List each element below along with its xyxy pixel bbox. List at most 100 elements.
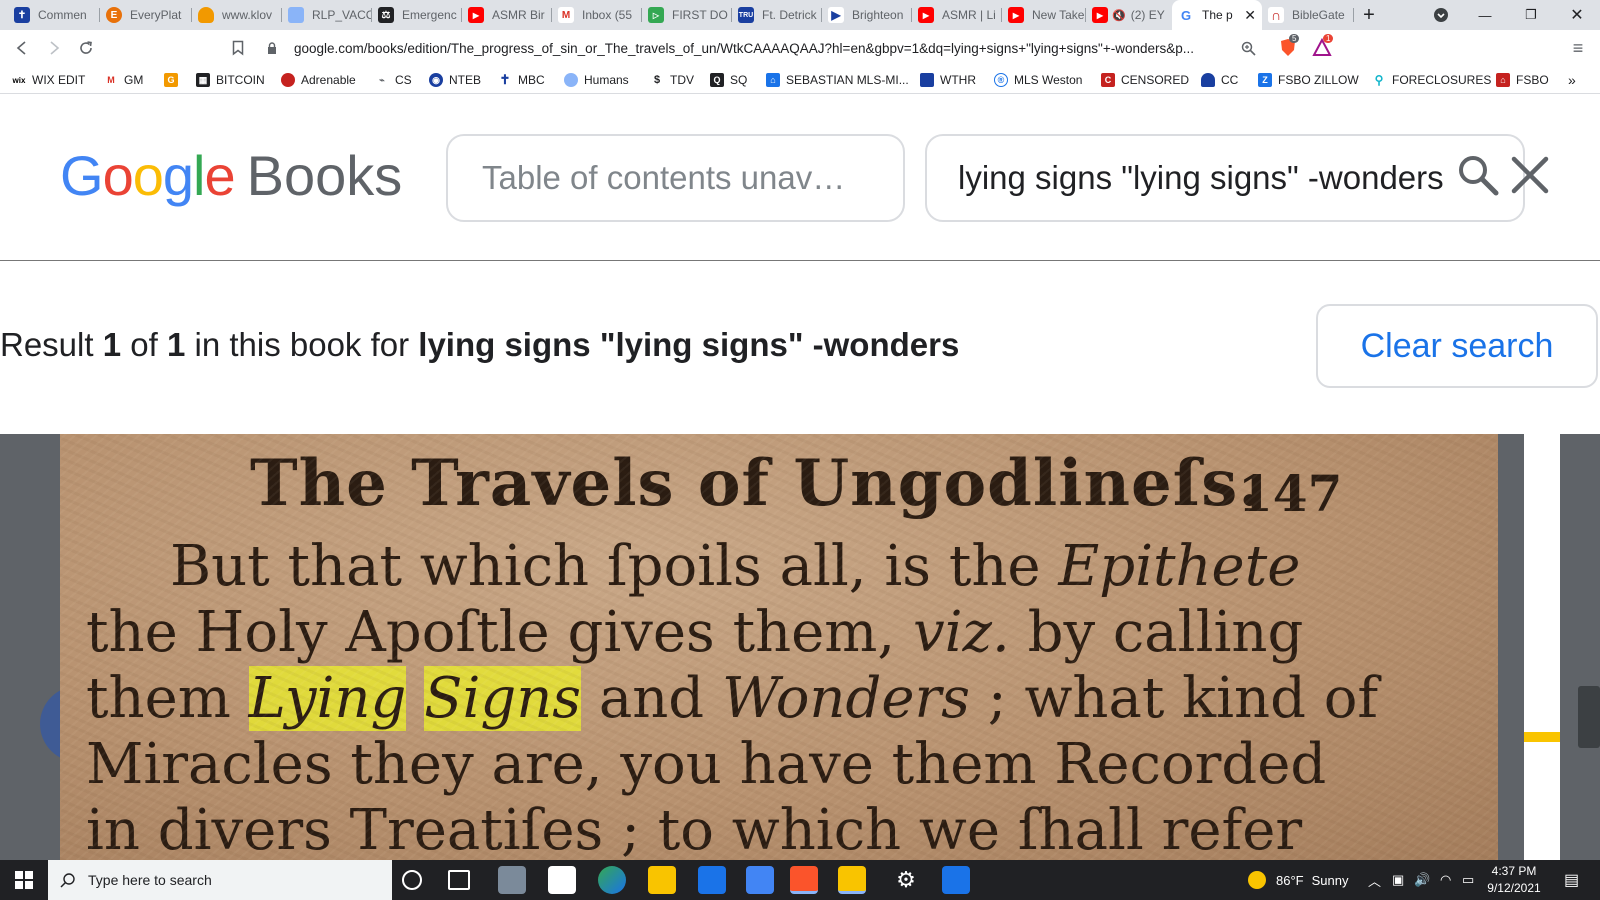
cloud-icon — [198, 7, 214, 23]
tab[interactable]: ▶ ASMR | Li — [912, 0, 1002, 30]
google-books-logo[interactable]: Google Books — [60, 143, 402, 208]
more-bookmarks-icon[interactable]: » — [1568, 71, 1576, 89]
brave-shield-icon[interactable]: 5 — [1278, 34, 1300, 58]
close-tab-icon[interactable]: ✕ — [1244, 7, 1256, 24]
bookmark-censored[interactable]: C CENSORED — [1101, 71, 1189, 89]
app-icon[interactable] — [498, 866, 526, 894]
browser-toolbar: google.com/books/edition/The_progress_of… — [0, 30, 1600, 66]
menu-icon[interactable]: ≡ — [1564, 34, 1592, 62]
result-query: lying signs "lying signs" -wonders — [418, 326, 960, 363]
muted-speaker-icon[interactable]: 🔇 — [1112, 9, 1126, 22]
chevron-up-icon[interactable]: ︿ — [1368, 860, 1381, 900]
bookmark-wthr[interactable]: WTHR — [920, 71, 976, 89]
scrollbar-thumb[interactable] — [1578, 686, 1600, 748]
tdv-icon: $ — [650, 73, 664, 87]
sticky-notes-icon[interactable] — [838, 866, 866, 894]
cortana-icon[interactable] — [402, 870, 422, 890]
tab[interactable]: ▶ ASMR Bir — [462, 0, 552, 30]
censored-icon: C — [1101, 73, 1115, 87]
bookmark-sq[interactable]: Q SQ — [710, 71, 747, 89]
weather-widget[interactable]: 86°F Sunny — [1248, 860, 1348, 900]
restore-icon[interactable]: ❐ — [1508, 0, 1554, 30]
tab[interactable]: ▶ New Take — [1002, 0, 1086, 30]
brave-browser-icon[interactable] — [790, 866, 818, 894]
address-bar[interactable]: google.com/books/edition/The_progress_of… — [294, 34, 1284, 62]
start-button[interactable] — [0, 860, 48, 900]
tab[interactable]: www.klov — [192, 0, 282, 30]
wifi-icon[interactable]: ◠ — [1440, 860, 1451, 900]
tab-active[interactable]: G The p ✕ — [1172, 0, 1262, 30]
task-view-icon[interactable] — [448, 870, 470, 890]
bookmark-humans[interactable]: Humans — [564, 71, 629, 89]
folder-g-icon: G — [164, 73, 178, 87]
network-icon[interactable]: ▣ — [1392, 860, 1404, 900]
tab[interactable]: ∩ BibleGate — [1262, 0, 1354, 30]
back-icon[interactable] — [8, 34, 36, 62]
bookmark-cc[interactable]: CC — [1201, 71, 1238, 89]
forward-icon[interactable] — [40, 34, 68, 62]
tab[interactable]: M Inbox (55 — [552, 0, 642, 30]
tab-title: RLP_VACC — [312, 8, 372, 22]
bookmark-foreclosures[interactable]: ⚲ FORECLOSURES — [1372, 71, 1491, 89]
reload-icon[interactable] — [72, 34, 100, 62]
table-of-contents-dropdown[interactable]: Table of contents unav… — [446, 134, 905, 222]
result-position-marker[interactable] — [1524, 732, 1560, 742]
store-icon[interactable] — [548, 866, 576, 894]
text-line: them Lying Signs and Wonders ; what kind… — [86, 666, 1379, 731]
file-explorer-icon[interactable] — [648, 866, 676, 894]
close-icon[interactable] — [1508, 153, 1552, 197]
volume-icon[interactable]: 🔊 — [1414, 860, 1430, 900]
brave-rewards-icon[interactable]: 1 — [1312, 34, 1334, 58]
close-window-icon[interactable]: ✕ — [1554, 0, 1600, 30]
photos-icon[interactable] — [746, 866, 774, 894]
word-icon[interactable] — [942, 866, 970, 894]
clock-time: 4:37 PM — [1491, 864, 1537, 878]
tab-title: EveryPlat — [130, 8, 182, 22]
tab-search-icon[interactable] — [1418, 0, 1464, 30]
bookmark-bitcoin[interactable]: ▦ BITCOIN — [196, 71, 265, 89]
settings-icon[interactable]: ⚙ — [892, 866, 920, 894]
bookmark-gm[interactable]: M GM — [104, 71, 143, 89]
tab[interactable]: ✝ Commen — [8, 0, 100, 30]
minimize-icon[interactable]: ― — [1462, 0, 1508, 30]
tab[interactable]: ▶ 🔇 (2) EY — [1086, 0, 1178, 30]
bookmark-folder[interactable]: G — [164, 71, 184, 89]
bookmark-adrenable[interactable]: Adrenable — [281, 71, 356, 89]
bookmark-cs[interactable]: ⌁ CS — [375, 71, 412, 89]
tab[interactable]: E EveryPlat — [100, 0, 192, 30]
edge-icon[interactable] — [598, 866, 626, 894]
tab[interactable]: ▶ Brighteon — [822, 0, 912, 30]
tab[interactable]: RLP_VACC — [282, 0, 372, 30]
tab-title: New Take — [1032, 8, 1085, 22]
bookmark-fsbo[interactable]: ⌂ FSBO — [1496, 71, 1549, 89]
bookmark-mbc[interactable]: ✝ MBC — [498, 71, 545, 89]
zoom-icon[interactable] — [1234, 34, 1262, 62]
tab-title: Inbox (55 — [582, 8, 633, 22]
taskbar-search-box[interactable]: Type here to search — [48, 860, 392, 900]
new-tab-button[interactable]: + — [1346, 0, 1392, 30]
book-viewer[interactable]: The Travels of Ungodlineſs. 147 But that… — [0, 434, 1600, 860]
mail-icon[interactable] — [698, 866, 726, 894]
tab[interactable]: ⚖ Emergenc — [372, 0, 462, 30]
lock-icon[interactable] — [264, 34, 280, 62]
cross-icon: ✝ — [498, 72, 512, 87]
bookmark-fsbo-zillow[interactable]: Z FSBO ZILLOW — [1258, 71, 1359, 89]
system-clock[interactable]: 4:37 PM 9/12/2021 — [1476, 863, 1552, 897]
notifications-icon[interactable]: ▤ — [1564, 860, 1579, 900]
battery-icon[interactable]: ▭ — [1462, 860, 1474, 900]
tab[interactable]: TRU Ft. Detrick — [732, 0, 822, 30]
search-in-book-input[interactable]: lying signs "lying signs" -wonders — [925, 134, 1525, 222]
bookmark-mls-weston[interactable]: ® MLS Weston — [994, 71, 1082, 89]
tab[interactable]: ▷ FIRST DO — [642, 0, 732, 30]
clear-search-button[interactable]: Clear search — [1316, 304, 1598, 388]
search-icon[interactable] — [1456, 153, 1500, 197]
bookmark-icon[interactable] — [224, 34, 252, 62]
search-highlight: Lying — [248, 666, 407, 731]
page-running-header: The Travels of Ungodlineſs. — [250, 446, 1262, 521]
bookmark-sebastian-mls[interactable]: ⌂ SEBASTIAN MLS-MI... — [766, 71, 909, 89]
bookmark-wix-edit[interactable]: wix WIX EDIT — [12, 71, 85, 89]
bookmark-nteb[interactable]: ◉ NTEB — [429, 71, 481, 89]
bookmark-tdv[interactable]: $ TDV — [650, 71, 694, 89]
page-number: 147 — [1238, 464, 1343, 523]
books-header: Google Books Table of contents unav… lyin… — [0, 95, 1600, 261]
